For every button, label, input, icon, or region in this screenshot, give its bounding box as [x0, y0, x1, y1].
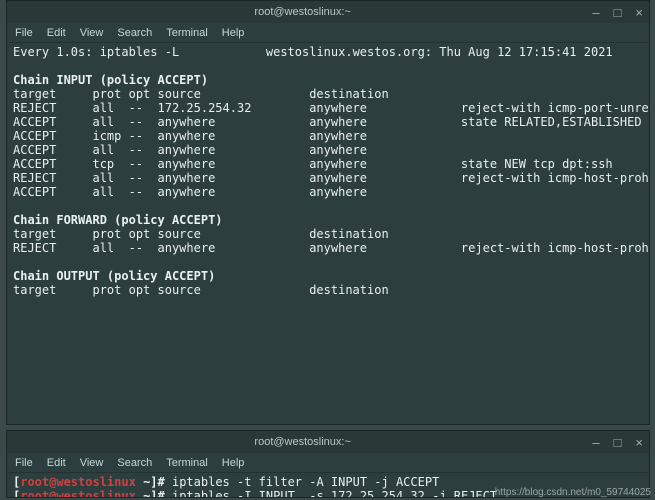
- input-rule-5: REJECT all -- anywhere anywhere reject-w…: [13, 171, 649, 185]
- terminal-window-top: root@westoslinux:~ – □ × File Edit View …: [6, 0, 650, 425]
- window-controls: – □ ×: [592, 435, 643, 450]
- menu-edit[interactable]: Edit: [47, 27, 66, 39]
- menu-help[interactable]: Help: [222, 27, 245, 39]
- close-icon[interactable]: ×: [635, 5, 643, 20]
- menu-search[interactable]: Search: [117, 457, 152, 469]
- menu-help[interactable]: Help: [222, 457, 245, 469]
- input-rule-3: ACCEPT all -- anywhere anywhere: [13, 143, 367, 157]
- chain-output-cols: target prot opt source destination: [13, 283, 389, 297]
- chain-output-header: Chain OUTPUT (policy ACCEPT): [13, 269, 215, 283]
- minimize-icon[interactable]: –: [592, 5, 599, 20]
- chain-forward-header: Chain FORWARD (policy ACCEPT): [13, 213, 223, 227]
- input-rule-1: ACCEPT all -- anywhere anywhere state RE…: [13, 115, 642, 129]
- input-rule-6: ACCEPT all -- anywhere anywhere: [13, 185, 367, 199]
- watermark-url: https://blog.csdn.net/m0_59744025: [495, 487, 651, 498]
- menu-search[interactable]: Search: [117, 27, 152, 39]
- input-rule-4: ACCEPT tcp -- anywhere anywhere state NE…: [13, 157, 613, 171]
- forward-rule-0: REJECT all -- anywhere anywhere reject-w…: [13, 241, 649, 255]
- watch-header-left: Every 1.0s: iptables -L: [13, 45, 179, 59]
- menubar-top: File Edit View Search Terminal Help: [7, 23, 649, 43]
- chain-forward-cols: target prot opt source destination: [13, 227, 389, 241]
- titlebar-bottom[interactable]: root@westoslinux:~ – □ ×: [7, 431, 649, 453]
- menu-edit[interactable]: Edit: [47, 457, 66, 469]
- maximize-icon[interactable]: □: [614, 435, 622, 450]
- prompt-line-0: [root@westoslinux ~]# iptables -t filter…: [13, 475, 439, 489]
- menu-view[interactable]: View: [80, 457, 104, 469]
- terminal-output-top[interactable]: Every 1.0s: iptables -L westoslinux.west…: [7, 43, 649, 424]
- prompt-line-1: [root@westoslinux ~]# iptables -I INPUT …: [13, 489, 497, 497]
- menu-terminal[interactable]: Terminal: [166, 27, 208, 39]
- menu-file[interactable]: File: [15, 457, 33, 469]
- menu-file[interactable]: File: [15, 27, 33, 39]
- menu-view[interactable]: View: [80, 27, 104, 39]
- input-rule-0: REJECT all -- 172.25.254.32 anywhere rej…: [13, 101, 649, 115]
- menu-terminal[interactable]: Terminal: [166, 457, 208, 469]
- watch-header-right: westoslinux.westos.org: Thu Aug 12 17:15…: [266, 45, 613, 59]
- menubar-bottom: File Edit View Search Terminal Help: [7, 453, 649, 473]
- window-controls: – □ ×: [592, 5, 643, 20]
- close-icon[interactable]: ×: [635, 435, 643, 450]
- chain-input-header: Chain INPUT (policy ACCEPT): [13, 73, 208, 87]
- titlebar-top[interactable]: root@westoslinux:~ – □ ×: [7, 1, 649, 23]
- chain-input-cols: target prot opt source destination: [13, 87, 389, 101]
- input-rule-2: ACCEPT icmp -- anywhere anywhere: [13, 129, 367, 143]
- window-title: root@westoslinux:~: [13, 6, 592, 18]
- minimize-icon[interactable]: –: [592, 435, 599, 450]
- window-title: root@westoslinux:~: [13, 436, 592, 448]
- maximize-icon[interactable]: □: [614, 5, 622, 20]
